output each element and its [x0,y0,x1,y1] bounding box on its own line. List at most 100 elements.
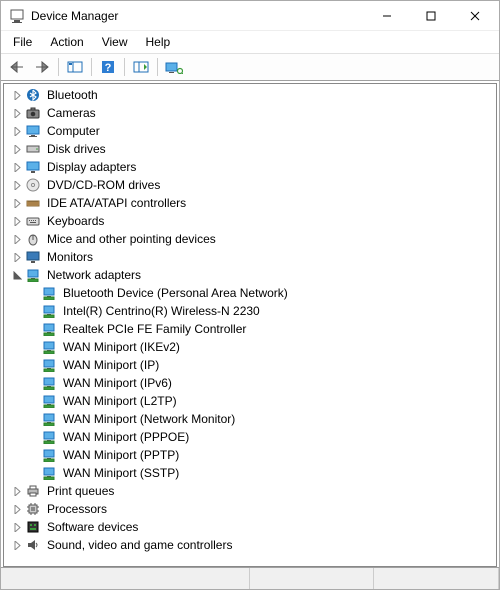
tree-device[interactable]: WAN Miniport (IP) [26,356,496,374]
chevron-right-icon[interactable] [10,88,24,102]
tree-category[interactable]: Display adapters [10,158,496,176]
printer-icon [25,483,41,499]
tree-device-label: WAN Miniport (IKEv2) [61,338,182,356]
chevron-right-icon[interactable] [10,250,24,264]
chevron-right-icon[interactable] [10,106,24,120]
sound-icon [25,537,41,553]
tree-device[interactable]: WAN Miniport (IPv6) [26,374,496,392]
tree-category[interactable]: Keyboards [10,212,496,230]
cpu-icon [25,501,41,517]
tree-scroll[interactable]: BluetoothCamerasComputerDisk drivesDispl… [4,84,496,566]
chevron-right-icon[interactable] [10,484,24,498]
tree-category[interactable]: Processors [10,500,496,518]
menu-view[interactable]: View [94,33,136,51]
network-adapter-icon [41,339,57,355]
tree-category[interactable]: Network adapters [10,266,496,284]
tree-device[interactable]: WAN Miniport (Network Monitor) [26,410,496,428]
chevron-right-icon[interactable] [10,160,24,174]
network-adapter-icon [41,357,57,373]
toolbar-separator [58,58,59,76]
tree-category[interactable]: Print queues [10,482,496,500]
show-hide-console-button[interactable] [63,56,87,78]
menu-help[interactable]: Help [138,33,179,51]
device-manager-icon [9,8,25,24]
tree-category-label: DVD/CD-ROM drives [45,176,162,194]
tree-device[interactable]: WAN Miniport (SSTP) [26,464,496,482]
chevron-right-icon[interactable] [10,520,24,534]
tree-device-label: WAN Miniport (IP) [61,356,161,374]
status-cell [1,568,250,589]
network-adapter-icon [41,411,57,427]
tree-category[interactable]: Computer [10,122,496,140]
tree-category[interactable]: Mice and other pointing devices [10,230,496,248]
chevron-right-icon[interactable] [10,196,24,210]
tree-category-label: Bluetooth [45,86,100,104]
tree-category-label: Print queues [45,482,116,500]
network-adapter-icon [41,447,57,463]
devices-printers-button[interactable] [162,56,186,78]
chevron-right-icon[interactable] [10,124,24,138]
camera-icon [25,105,41,121]
tree-device-label: WAN Miniport (L2TP) [61,392,179,410]
tree-device[interactable]: WAN Miniport (IKEv2) [26,338,496,356]
tree-device-label: Bluetooth Device (Personal Area Network) [61,284,290,302]
scan-hardware-button[interactable] [129,56,153,78]
window-title: Device Manager [31,9,365,23]
tree-category[interactable]: Disk drives [10,140,496,158]
tree-category[interactable]: Software devices [10,518,496,536]
chevron-right-icon[interactable] [10,214,24,228]
tree-category[interactable]: DVD/CD-ROM drives [10,176,496,194]
titlebar: Device Manager [1,1,499,31]
tree-category-label: Disk drives [45,140,108,158]
status-cell [250,568,375,589]
tree-device-label: Intel(R) Centrino(R) Wireless-N 2230 [61,302,262,320]
chevron-right-icon[interactable] [10,538,24,552]
disk-icon [25,141,41,157]
network-adapter-icon [41,303,57,319]
toolbar-separator [91,58,92,76]
chevron-right-icon[interactable] [10,142,24,156]
network-adapter-icon [41,375,57,391]
tree-panel: BluetoothCamerasComputerDisk drivesDispl… [3,83,497,567]
mouse-icon [25,231,41,247]
tree-category[interactable]: IDE ATA/ATAPI controllers [10,194,496,212]
tree-device[interactable]: WAN Miniport (L2TP) [26,392,496,410]
chevron-down-icon[interactable] [10,268,24,282]
tree-category[interactable]: Sound, video and game controllers [10,536,496,554]
ide-icon [25,195,41,211]
tree-device[interactable]: WAN Miniport (PPPOE) [26,428,496,446]
chevron-right-icon[interactable] [10,502,24,516]
tree-category-label: Display adapters [45,158,138,176]
maximize-button[interactable] [409,2,453,30]
tree-category-label: Computer [45,122,102,140]
network-adapter-icon [41,429,57,445]
chevron-right-icon[interactable] [10,178,24,192]
help-button[interactable]: ? [96,56,120,78]
tree-category[interactable]: Cameras [10,104,496,122]
network-icon [25,267,41,283]
minimize-button[interactable] [365,2,409,30]
tree-device-label: WAN Miniport (PPPOE) [61,428,191,446]
close-button[interactable] [453,2,497,30]
tree-device-label: WAN Miniport (Network Monitor) [61,410,237,428]
monitor-icon [25,249,41,265]
tree-device-label: Realtek PCIe FE Family Controller [61,320,248,338]
tree-device[interactable]: Bluetooth Device (Personal Area Network) [26,284,496,302]
tree-device[interactable]: Realtek PCIe FE Family Controller [26,320,496,338]
tree-device-label: WAN Miniport (PPTP) [61,446,181,464]
menubar: File Action View Help [1,31,499,53]
tree-device[interactable]: Intel(R) Centrino(R) Wireless-N 2230 [26,302,496,320]
window-controls [365,2,497,30]
tree-category[interactable]: Monitors [10,248,496,266]
tree-category-label: Network adapters [45,266,143,284]
chevron-right-icon[interactable] [10,232,24,246]
toolbar: ? [1,53,499,81]
menu-file[interactable]: File [5,33,40,51]
tree-category-label: IDE ATA/ATAPI controllers [45,194,188,212]
tree-device[interactable]: WAN Miniport (PPTP) [26,446,496,464]
menu-action[interactable]: Action [42,33,91,51]
forward-button[interactable] [30,56,54,78]
back-button[interactable] [5,56,29,78]
tree-category[interactable]: Bluetooth [10,86,496,104]
tree-category-label: Mice and other pointing devices [45,230,218,248]
